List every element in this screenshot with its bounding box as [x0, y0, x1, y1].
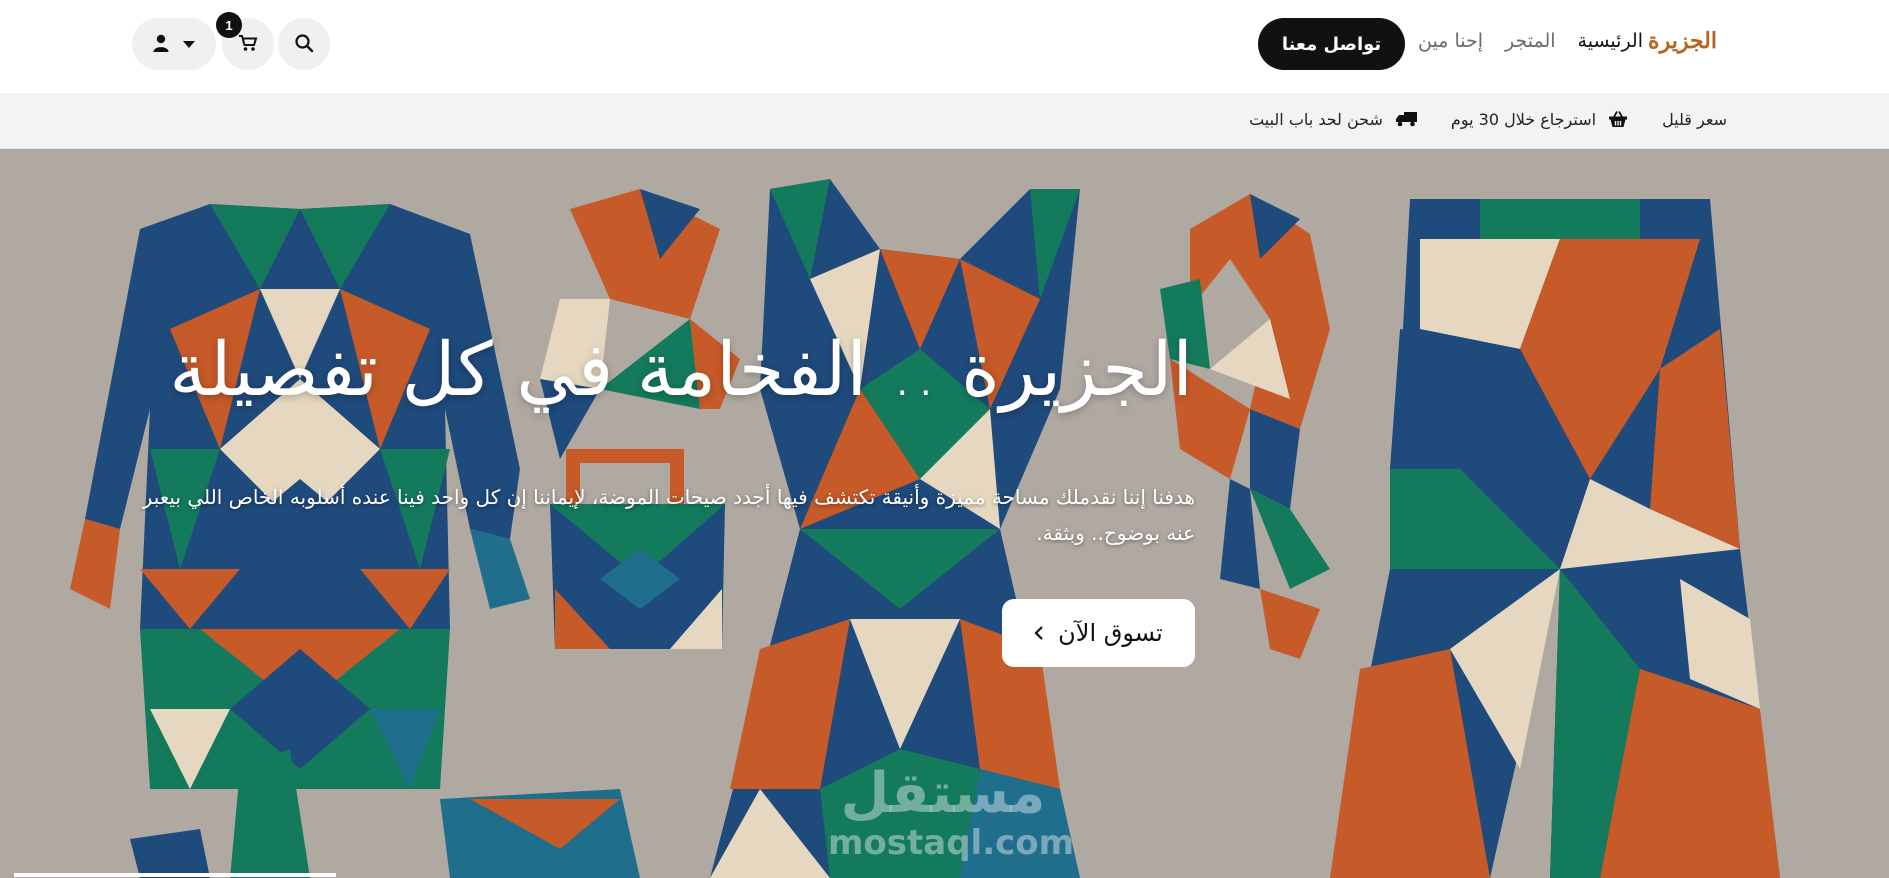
cart-count-badge: 1 [216, 12, 242, 38]
nav-link-about[interactable]: إحنا مين [1418, 30, 1483, 52]
dollar-icon: $ [1739, 109, 1751, 129]
caret-down-icon [183, 37, 195, 52]
main-nav: الرئيسية المتجر إحنا مين [1418, 30, 1643, 52]
shop-now-label: تسوق الآن [1058, 619, 1163, 647]
search-button[interactable] [278, 18, 330, 70]
site-header: الجزيرة الرئيسية المتجر إحنا مين تواصل م… [0, 0, 1889, 93]
feature-returns: استرجاع خلال 30 يوم [1451, 109, 1628, 129]
feature-low-price: $ سعر قليل [1662, 109, 1751, 129]
features-bar: $ سعر قليل استرجاع خلال 30 يوم شحن لحد ب… [0, 93, 1889, 149]
search-icon [294, 33, 314, 56]
page-scroll-indicator [14, 873, 336, 877]
user-icon [153, 34, 169, 55]
nav-link-shop[interactable]: المتجر [1505, 30, 1556, 52]
feature-delivery: شحن لحد باب البيت [1249, 109, 1417, 129]
logo[interactable]: الجزيرة [1648, 28, 1718, 54]
hero-title: الجزيرة .. الفخامة في كل تفصيلة [169, 327, 1193, 413]
shop-now-button[interactable]: تسوق الآن [1002, 599, 1195, 667]
account-menu-button[interactable] [132, 18, 216, 70]
feature-label: سعر قليل [1662, 109, 1727, 129]
chevron-left-icon [1034, 619, 1044, 647]
hero-banner: الجزيرة .. الفخامة في كل تفصيلة هدفنا إن… [0, 149, 1889, 878]
truck-icon [1395, 111, 1417, 127]
nav-link-home[interactable]: الرئيسية [1578, 30, 1643, 52]
feature-label: شحن لحد باب البيت [1249, 109, 1383, 129]
feature-label: استرجاع خلال 30 يوم [1450, 109, 1597, 129]
hero-description: هدفنا إننا نقدملك مساحة مميزة وأنيقة تكت… [142, 485, 1195, 545]
cart-button[interactable]: 1 [216, 12, 274, 70]
basket-icon [1608, 110, 1628, 128]
cart-icon [238, 34, 258, 55]
contact-button[interactable]: تواصل معنا [1258, 18, 1405, 70]
